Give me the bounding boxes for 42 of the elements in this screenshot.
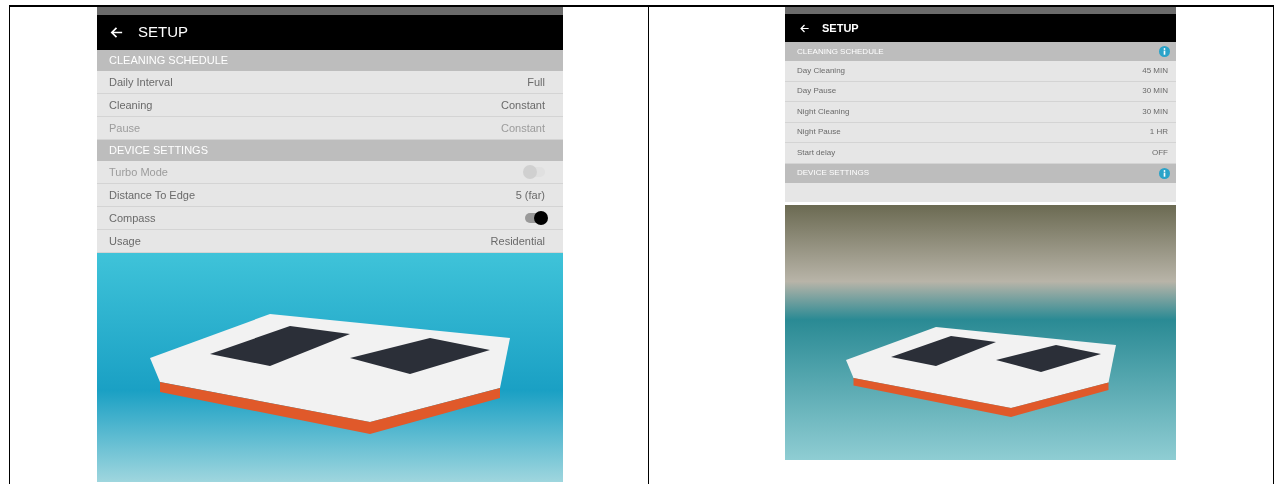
screen-title: SETUP xyxy=(822,20,859,36)
section-title: CLEANING SCHEDULE xyxy=(109,53,229,69)
setting-label: Night Pause xyxy=(797,126,841,139)
back-arrow-icon[interactable] xyxy=(109,25,124,40)
setting-label: Pause xyxy=(109,120,141,136)
info-icon[interactable] xyxy=(1159,167,1170,179)
settings-row[interactable]: Day Cleaning 45 MIN xyxy=(785,61,1176,82)
setting-label: Night Cleaning xyxy=(797,105,850,118)
setting-value: 5 (far) xyxy=(515,187,545,203)
setting-value: Residential xyxy=(490,233,545,249)
section-title: CLEANING SCHEDULE xyxy=(797,45,884,58)
settings-row[interactable]: Night Pause 1 HR xyxy=(785,122,1176,143)
setting-label: Cleaning xyxy=(109,97,153,113)
settings-row[interactable]: Day Pause 30 MIN xyxy=(785,81,1176,102)
setting-value: 30 MIN xyxy=(1142,105,1168,118)
screen-title: SETUP xyxy=(138,22,188,43)
setting-value: 45 MIN xyxy=(1142,64,1168,77)
section-title: DEVICE SETTINGS xyxy=(797,167,869,179)
settings-row[interactable]: Distance To Edge 5 (far) xyxy=(97,184,563,207)
back-arrow-icon[interactable] xyxy=(799,22,810,34)
setting-value: 30 MIN xyxy=(1142,85,1168,98)
setting-value: Full xyxy=(527,74,545,90)
setting-value: Constant xyxy=(500,97,545,113)
setting-label: Usage xyxy=(109,233,141,249)
setting-label: Daily Interval xyxy=(109,74,173,90)
settings-row[interactable]: Night Cleaning 30 MIN xyxy=(785,102,1176,123)
setting-label: Start delay xyxy=(797,146,836,159)
setting-label: Turbo Mode xyxy=(109,164,168,180)
setting-value: 1 HR xyxy=(1149,126,1168,139)
setting-label: Day Cleaning xyxy=(797,64,846,77)
setting-label: Compass xyxy=(109,210,156,226)
setting-label: Day Pause xyxy=(797,85,837,98)
settings-row[interactable]: Cleaning Constant xyxy=(97,94,563,117)
setting-value: OFF xyxy=(1152,146,1168,159)
section-title: DEVICE SETTINGS xyxy=(109,143,209,159)
settings-row[interactable]: Compass xyxy=(97,207,563,230)
settings-row[interactable]: Start delay OFF xyxy=(785,143,1176,164)
toggle-switch[interactable] xyxy=(525,213,545,223)
setting-value: Constant xyxy=(500,120,545,136)
settings-row[interactable]: Daily Interval Full xyxy=(97,71,563,94)
info-icon[interactable] xyxy=(1159,46,1170,57)
setting-label: Distance To Edge xyxy=(109,187,196,203)
